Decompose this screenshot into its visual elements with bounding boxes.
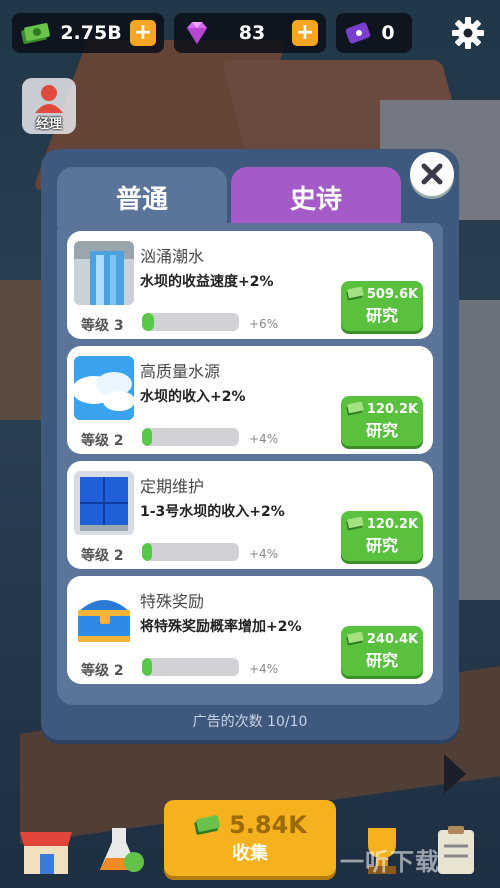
research-button[interactable]: 240.4K 研究: [341, 626, 423, 676]
upgrade-card: 高质量水源 水坝的收入+2% 等级 2 +4% 120.2K 研究: [67, 346, 433, 454]
cash-icon: [346, 402, 364, 416]
upgrade-description: 水坝的收益速度+2%: [140, 274, 274, 290]
ad-count-text: 广告的次数 10/10: [192, 714, 308, 730]
manager-avatar-icon: [35, 85, 63, 113]
collect-amount: 5.84K: [229, 811, 307, 839]
research-label: 研究: [365, 650, 398, 670]
upgrade-card: 汹涌潮水 水坝的收益速度+2% 等级 3 +6% 509.6K 研究: [67, 231, 433, 339]
upgrade-progress-bar: [142, 428, 239, 446]
upgrade-level: 等级 3: [81, 318, 124, 334]
next-arrow-icon[interactable]: [440, 752, 468, 796]
research-cost: 240.4K: [366, 631, 419, 647]
upgrade-description: 将特殊奖励概率增加+2%: [140, 619, 302, 635]
waterfall-icon: [74, 241, 134, 305]
upgrade-total-bonus: +4%: [249, 662, 279, 676]
research-button[interactable]: 509.6K 研究: [341, 281, 423, 331]
settings-button[interactable]: [448, 13, 488, 53]
ticket-value: 0: [381, 22, 395, 44]
research-label: 研究: [365, 420, 398, 440]
cash-icon: [346, 632, 364, 646]
gem-counter: 83 +: [174, 13, 326, 53]
upgrade-progress-bar: [142, 543, 239, 561]
upgrade-progress-bar: [142, 658, 239, 676]
manager-label: 经理: [35, 117, 62, 132]
manager-button[interactable]: 经理: [22, 78, 76, 134]
watermark-text: 一听下载: [340, 848, 440, 876]
cash-icon: [346, 517, 364, 531]
research-flask-icon[interactable]: [92, 822, 148, 878]
close-button[interactable]: [410, 152, 454, 196]
collect-label: 收集: [232, 843, 268, 864]
upgrade-title: 汹涌潮水: [140, 247, 205, 266]
top-resource-bar: 2.75B + 83 + 0: [12, 12, 488, 54]
upgrade-card: 特殊奖励 将特殊奖励概率增加+2% 等级 2 +4% 240.4K 研究: [67, 576, 433, 684]
add-gems-button[interactable]: +: [292, 20, 318, 46]
research-cost: 120.2K: [366, 401, 419, 417]
upgrade-description: 水坝的收入+2%: [140, 389, 246, 405]
research-button[interactable]: 120.2K 研究: [341, 511, 423, 561]
upgrade-list: 汹涌潮水 水坝的收益速度+2% 等级 3 +6% 509.6K 研究 高质量水源…: [57, 223, 443, 705]
cash-icon: [21, 23, 50, 44]
research-label: 研究: [365, 535, 398, 555]
upgrade-title: 特殊奖励: [140, 592, 205, 611]
research-cost: 509.6K: [366, 286, 419, 302]
treasure-chest-icon: [74, 586, 134, 650]
upgrade-card: 定期维护 1-3号水坝的收入+2% 等级 2 +4% 120.2K 研究: [67, 461, 433, 569]
ticket-icon: [345, 22, 371, 44]
collect-button[interactable]: 5.84K 收集: [164, 800, 336, 876]
tab-normal[interactable]: 普通: [57, 167, 227, 227]
upgrade-level: 等级 2: [81, 548, 124, 564]
upgrade-total-bonus: +4%: [249, 547, 279, 561]
blue-panel-icon: [74, 471, 134, 535]
cash-icon: [346, 287, 364, 301]
close-icon: [421, 163, 443, 185]
add-money-button[interactable]: +: [130, 20, 156, 46]
cloud-sky-icon: [74, 356, 134, 420]
upgrade-progress-bar: [142, 313, 239, 331]
gem-value: 83: [238, 22, 266, 44]
upgrade-total-bonus: +6%: [249, 317, 279, 331]
ticket-counter: 0: [336, 13, 412, 53]
money-value: 2.75B: [60, 22, 122, 44]
research-button[interactable]: 120.2K 研究: [341, 396, 423, 446]
tab-epic[interactable]: 史诗: [231, 167, 401, 227]
upgrade-level: 等级 2: [81, 433, 124, 449]
research-cost: 120.2K: [366, 516, 419, 532]
gem-icon: [187, 22, 207, 44]
cash-icon: [194, 815, 220, 835]
upgrade-description: 1-3号水坝的收入+2%: [140, 504, 285, 520]
upgrade-level: 等级 2: [81, 663, 124, 679]
research-modal: 普通 史诗 汹涌潮水 水坝的收益速度+2% 等级 3 +6% 509.6K 研究: [41, 149, 459, 740]
shop-icon[interactable]: [18, 822, 74, 878]
research-label: 研究: [365, 305, 398, 325]
upgrade-total-bonus: +4%: [249, 432, 279, 446]
upgrade-title: 定期维护: [140, 477, 205, 496]
upgrade-title: 高质量水源: [140, 362, 221, 381]
gear-icon: [452, 17, 484, 49]
money-counter: 2.75B +: [12, 13, 164, 53]
